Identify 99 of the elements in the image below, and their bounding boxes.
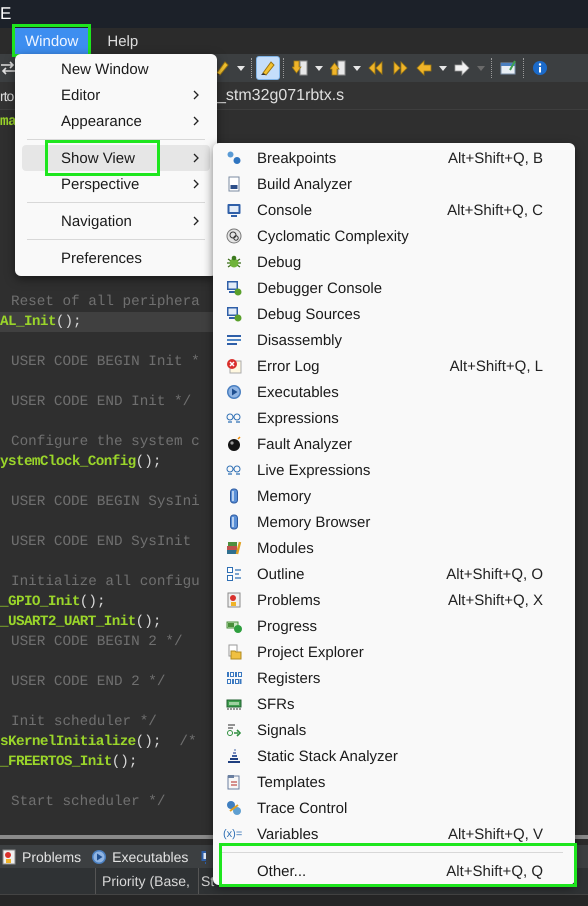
double-right-arrow-icon (392, 60, 408, 76)
menu-item[interactable]: Fault Analyzer (213, 431, 575, 457)
books-icon (226, 540, 242, 556)
variables-icon: (x)= (223, 828, 245, 840)
menu-item[interactable]: Problems Alt+Shift+Q, X (213, 587, 575, 613)
lines-icon (226, 332, 242, 348)
menu-item[interactable]: Expressions (213, 405, 575, 431)
code-line: sKernelInitialize(); /* (0, 733, 198, 752)
menu-item[interactable]: Appearance (22, 108, 210, 134)
bomb-icon (226, 436, 242, 452)
error-document-icon (226, 358, 242, 374)
menu-item[interactable]: Executables (213, 379, 575, 405)
menu-item[interactable]: Perspective (22, 171, 210, 197)
menu-item[interactable]: Breakpoints Alt+Shift+Q, B (213, 145, 575, 171)
code-line: Configure the system c (10, 433, 201, 452)
bug-icon (226, 254, 242, 270)
menu-item[interactable]: Memory Browser (213, 509, 575, 535)
warning-document-icon (226, 592, 242, 608)
shortcut-text: Alt+Shift+Q, X (448, 592, 543, 608)
menu-item[interactable]: Navigation (22, 208, 210, 234)
menu-item[interactable]: Debug Sources (213, 301, 575, 327)
code-line: ma (0, 113, 16, 132)
code-line: _USART2_UART_Init(); (0, 613, 162, 632)
menu-item[interactable]: Modules (213, 535, 575, 561)
bits-icon (226, 670, 242, 686)
code-line: Init scheduler */ (10, 713, 158, 732)
outline-icon (226, 566, 242, 582)
menu-item[interactable]: Trace Control (213, 795, 575, 821)
play-icon (226, 384, 242, 400)
code-line: USER CODE END 2 */ (10, 673, 166, 692)
code-line: _FREERTOS_Init(); (0, 753, 138, 772)
monitor-bug-icon (226, 280, 242, 296)
menu-item[interactable]: Editor (22, 82, 210, 108)
stack-icon (226, 748, 242, 764)
menu-item[interactable]: Project Explorer (213, 639, 575, 665)
menu-item[interactable]: Memory (213, 483, 575, 509)
menu-item[interactable]: Build Analyzer (213, 171, 575, 197)
column-header[interactable]: St (199, 868, 214, 894)
menu-item[interactable]: Signals (213, 717, 575, 743)
warning-document-icon (1, 848, 17, 864)
menu-item[interactable]: Progress (213, 613, 575, 639)
right-arrow-icon (454, 60, 470, 76)
signal-icon (226, 722, 242, 738)
panel-tab[interactable]: Problems (1, 848, 82, 864)
window-title: E (0, 4, 12, 24)
folder-icon (226, 644, 242, 660)
down-arrow-icon (292, 60, 308, 76)
double-left-arrow-icon (368, 60, 384, 76)
rings-icon (226, 228, 242, 244)
editor-tab[interactable]: _stm32g071rbtx.s (217, 86, 344, 104)
menu-item[interactable]: Outline Alt+Shift+Q, O (213, 561, 575, 587)
menu-item[interactable]: (x)= Variables Alt+Shift+Q, V (213, 821, 575, 847)
shortcut-text: Alt+Shift+Q, V (448, 826, 543, 842)
menu-item[interactable]: SFRs (213, 691, 575, 717)
pencil-icon (214, 60, 230, 76)
code-line: USER CODE END SysInit (10, 533, 192, 552)
menu-item[interactable]: Show View (22, 145, 210, 171)
shortcut-text: Alt+Shift+Q, B (448, 150, 543, 166)
menu-item[interactable]: Preferences (22, 245, 210, 271)
menu-title[interactable]: Help (97, 28, 148, 54)
code-line: _GPIO_Init(); (0, 593, 107, 612)
document-icon (226, 176, 242, 192)
dots-icon (226, 150, 242, 166)
shortcut-text: Alt+Shift+Q, L (450, 358, 543, 374)
swap-icon[interactable] (0, 60, 16, 76)
monitor-bug-icon (226, 306, 242, 322)
code-line: Reset of all periphera (10, 293, 201, 312)
menu-item[interactable]: Static Stack Analyzer (213, 743, 575, 769)
menu-item[interactable]: Debug (213, 249, 575, 275)
info-icon (532, 60, 548, 76)
shortcut-text: Alt+Shift+Q, C (447, 202, 543, 218)
up-arrow-icon (330, 60, 346, 76)
left-arrow-icon (416, 60, 432, 76)
menu-item[interactable]: Other... Alt+Shift+Q, Q (222, 858, 572, 884)
menu-item[interactable]: Live Expressions (213, 457, 575, 483)
play-icon (91, 848, 108, 864)
code-line: Initialize all configu (10, 573, 201, 592)
code-line: Start scheduler */ (10, 793, 166, 812)
menu-item[interactable]: Disassembly (213, 327, 575, 353)
menu-item[interactable]: Error Log Alt+Shift+Q, L (213, 353, 575, 379)
menu-item[interactable]: Debugger Console (213, 275, 575, 301)
menu-item[interactable]: Cyclomatic Complexity (213, 223, 575, 249)
code-line: USER CODE END Init */ (10, 393, 192, 412)
panel-tab[interactable]: Executables (91, 848, 188, 864)
code-line: USER CODE BEGIN Init * (10, 353, 201, 372)
trace-icon (226, 800, 242, 816)
code-line: USER CODE BEGIN SysIni (10, 493, 201, 512)
pencil-icon (260, 60, 276, 76)
monitor-icon (226, 202, 242, 218)
window-icon (500, 60, 516, 76)
shortcut-text: Alt+Shift+Q, O (446, 566, 543, 582)
menu-item[interactable]: Templates (213, 769, 575, 795)
code-line: USER CODE BEGIN 2 */ (10, 633, 184, 652)
shortcut-text: Alt+Shift+Q, Q (446, 862, 543, 880)
column-header[interactable]: Priority (Base, (96, 868, 199, 894)
code-line: ystemClock_Config(); (0, 453, 162, 472)
template-icon (226, 774, 242, 790)
menu-item[interactable]: Registers (213, 665, 575, 691)
menu-item[interactable]: Console Alt+Shift+Q, C (213, 197, 575, 223)
